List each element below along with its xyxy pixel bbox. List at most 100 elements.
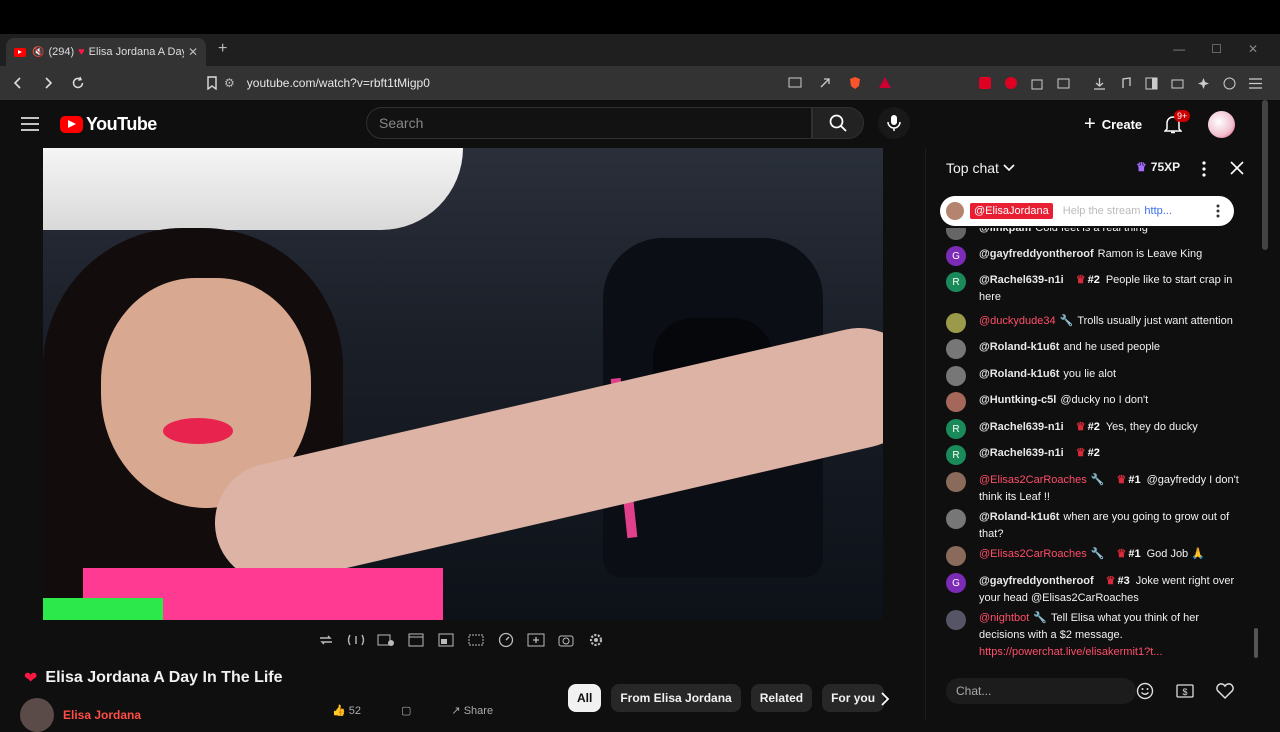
pinned-message[interactable]: @ElisaJordana Help the stream http... [940, 196, 1234, 226]
loop-icon[interactable] [316, 630, 336, 650]
browser-tab[interactable]: 🔇 (294) ♥ Elisa Jordana A Day In The Lif… [6, 38, 206, 66]
chat-author[interactable]: @Rachel639-n1i [979, 421, 1064, 433]
chat-avatar[interactable]: R [946, 272, 966, 292]
extension-red-icon[interactable] [976, 74, 994, 92]
filmstrip-icon[interactable] [406, 630, 426, 650]
chat-author[interactable]: @gayfreddyontheroof [979, 248, 1094, 260]
download-icon[interactable] [1090, 74, 1108, 92]
more-options-icon[interactable] [1196, 159, 1212, 179]
maximize-icon[interactable]: ☐ [1211, 42, 1222, 56]
chat-message-body: @gayfreddyontheroof Ramon is Leave King [979, 246, 1242, 263]
pinned-author[interactable]: @ElisaJordana [970, 203, 1053, 219]
chat-avatar[interactable] [946, 366, 966, 386]
account-avatar[interactable] [1208, 111, 1235, 138]
sidebar-icon[interactable] [1142, 74, 1160, 92]
wallet-icon[interactable] [1168, 74, 1186, 92]
like-button[interactable]: 👍 52 [332, 704, 361, 717]
chat-avatar[interactable] [946, 509, 966, 529]
pinned-more-icon[interactable] [1212, 203, 1224, 219]
chat-avatar[interactable]: G [946, 246, 966, 266]
chip-related[interactable]: Related [750, 684, 813, 712]
chat-avatar[interactable] [946, 546, 966, 566]
chat-avatar[interactable] [946, 339, 966, 359]
chat-link[interactable]: https://powerchat.live/elisakermit1?t... [979, 646, 1162, 658]
chat-avatar[interactable]: R [946, 445, 966, 465]
reload-icon[interactable] [66, 71, 90, 95]
chat-avatar[interactable] [946, 610, 966, 630]
gear-icon[interactable] [586, 630, 606, 650]
emoji-icon[interactable] [1134, 680, 1156, 702]
menu-icon[interactable] [1246, 74, 1264, 92]
close-icon[interactable] [1228, 159, 1246, 177]
leo-icon[interactable] [1194, 74, 1212, 92]
vpn-icon[interactable] [1220, 74, 1238, 92]
chat-author[interactable]: @linkpam [979, 228, 1031, 234]
page-scrollbar[interactable] [1262, 100, 1268, 250]
chat-message-body: @Rachel639-n1i ♛ #2 Yes, they do ducky [979, 419, 1242, 436]
video-settings-icon[interactable] [376, 630, 396, 650]
chat-avatar[interactable]: G [946, 573, 966, 593]
chat-input[interactable]: Chat... [946, 678, 1136, 704]
chip-all[interactable]: All [568, 684, 602, 712]
chat-author[interactable]: @Rachel639-n1i [979, 274, 1064, 286]
puzzle-icon[interactable] [1028, 74, 1046, 92]
xp-badge[interactable]: ♛ 75XP [1136, 160, 1180, 174]
dislike-icon[interactable]: ▢ [401, 704, 411, 717]
youtube-logo[interactable]: YouTube [60, 114, 157, 135]
chat-author[interactable]: @Roland-k1u6t [979, 368, 1059, 380]
screenshot-icon[interactable] [1054, 74, 1072, 92]
chat-avatar[interactable] [946, 472, 966, 492]
camera-icon[interactable] [556, 630, 576, 650]
cast-icon[interactable] [786, 74, 804, 92]
chat-author[interactable]: @Huntking-c5l [979, 394, 1056, 406]
chat-author[interactable]: @nightbot [979, 612, 1029, 624]
chat-mode-dropdown[interactable]: Top chat [946, 160, 1015, 176]
add-frame-icon[interactable] [526, 630, 546, 650]
chat-author[interactable]: @Rachel639-n1i [979, 447, 1064, 459]
site-settings-icon[interactable]: ⚙ [224, 76, 235, 90]
brave-rewards-icon[interactable] [876, 74, 894, 92]
create-button[interactable]: + Create [1074, 108, 1152, 140]
theater-icon[interactable] [466, 630, 486, 650]
window-close-icon[interactable]: ✕ [1248, 42, 1258, 56]
new-tab-icon[interactable]: + [218, 40, 227, 58]
rank-badge: ♛ #2 [1076, 274, 1100, 286]
channel-avatar[interactable] [20, 698, 54, 732]
search-input[interactable]: Search [366, 107, 812, 139]
back-icon[interactable] [6, 71, 30, 95]
adblock-icon[interactable] [1002, 74, 1020, 92]
audio-wave-icon[interactable] [346, 630, 366, 650]
picture-in-picture-icon[interactable] [436, 630, 456, 650]
chat-author[interactable]: @Elisas2CarRoaches [979, 474, 1087, 486]
chat-author[interactable]: @Roland-k1u6t [979, 511, 1059, 523]
mic-button[interactable] [878, 107, 910, 139]
chat-author[interactable]: @Elisas2CarRoaches [979, 548, 1087, 560]
super-chat-icon[interactable]: $ [1174, 680, 1196, 702]
search-button[interactable] [812, 107, 864, 139]
music-icon[interactable] [1116, 74, 1134, 92]
chevron-right-icon[interactable] [875, 689, 895, 709]
chat-avatar[interactable] [946, 313, 966, 333]
guide-menu-icon[interactable] [20, 114, 40, 134]
forward-icon[interactable] [36, 71, 60, 95]
share-button[interactable]: ↗ Share [451, 704, 493, 717]
tab-close-icon[interactable]: ✕ [188, 45, 198, 59]
create-label: Create [1101, 116, 1143, 132]
chat-avatar[interactable] [946, 392, 966, 412]
video-player[interactable] [43, 148, 883, 620]
share-icon[interactable] [816, 74, 834, 92]
brave-shield-icon[interactable] [846, 74, 864, 92]
chat-author[interactable]: @duckydude34 [979, 315, 1056, 327]
minimize-icon[interactable]: — [1173, 42, 1185, 56]
chat-author[interactable]: @gayfreddyontheroof [979, 575, 1094, 587]
chat-scrollbar[interactable] [1254, 628, 1258, 658]
chat-avatar[interactable]: R [946, 419, 966, 439]
chat-author[interactable]: @Roland-k1u6t [979, 341, 1059, 353]
muted-speaker-icon[interactable]: 🔇 [32, 47, 44, 58]
chip-from-channel[interactable]: From Elisa Jordana [611, 684, 741, 712]
chat-avatar[interactable] [946, 228, 966, 240]
pinned-link[interactable]: http... [1144, 205, 1172, 217]
bookmark-icon[interactable] [200, 71, 224, 95]
heart-reaction-icon[interactable] [1214, 680, 1236, 702]
speed-gauge-icon[interactable] [496, 630, 516, 650]
